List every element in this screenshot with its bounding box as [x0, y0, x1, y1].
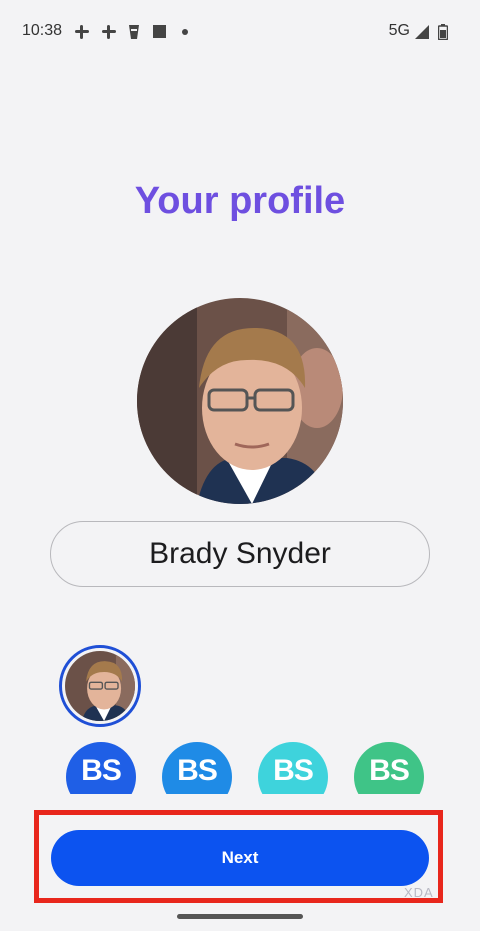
dot-icon: [182, 29, 188, 35]
battery-icon: [438, 24, 448, 40]
monogram-text: BS: [177, 754, 218, 787]
monogram-text: BS: [273, 754, 314, 787]
cup-icon: [129, 25, 139, 39]
slack-icon: [75, 25, 89, 39]
watermark-logo: XDA: [404, 885, 434, 900]
monogram-text: BS: [369, 754, 410, 787]
avatar-option-monogram[interactable]: BS: [162, 742, 232, 794]
home-indicator[interactable]: [177, 914, 303, 919]
status-bar: 10:38 5G: [0, 0, 480, 64]
network-type: 5G: [388, 22, 410, 39]
avatar-option-monogram[interactable]: BS: [258, 742, 328, 794]
status-time: 10:38: [22, 22, 63, 39]
avatar-option-monogram[interactable]: BS: [354, 742, 424, 794]
avatar-option-monogram[interactable]: BS: [66, 742, 136, 794]
name-field-value: Brady Snyder: [149, 537, 331, 570]
monogram-options: BS BS BS BS: [0, 740, 480, 794]
profile-photo-image: [137, 298, 343, 504]
avatar-option-photo-image: [65, 651, 135, 721]
avatar-option-photo[interactable]: [59, 645, 141, 727]
signal-icon: [415, 25, 429, 39]
slack-icon: [102, 25, 116, 39]
next-button[interactable]: Next: [51, 830, 429, 886]
profile-photo[interactable]: [137, 298, 343, 504]
monogram-text: BS: [81, 754, 122, 787]
page-title: Your profile: [134, 180, 346, 222]
name-field[interactable]: Brady Snyder: [50, 521, 430, 587]
square-icon: [153, 25, 166, 38]
